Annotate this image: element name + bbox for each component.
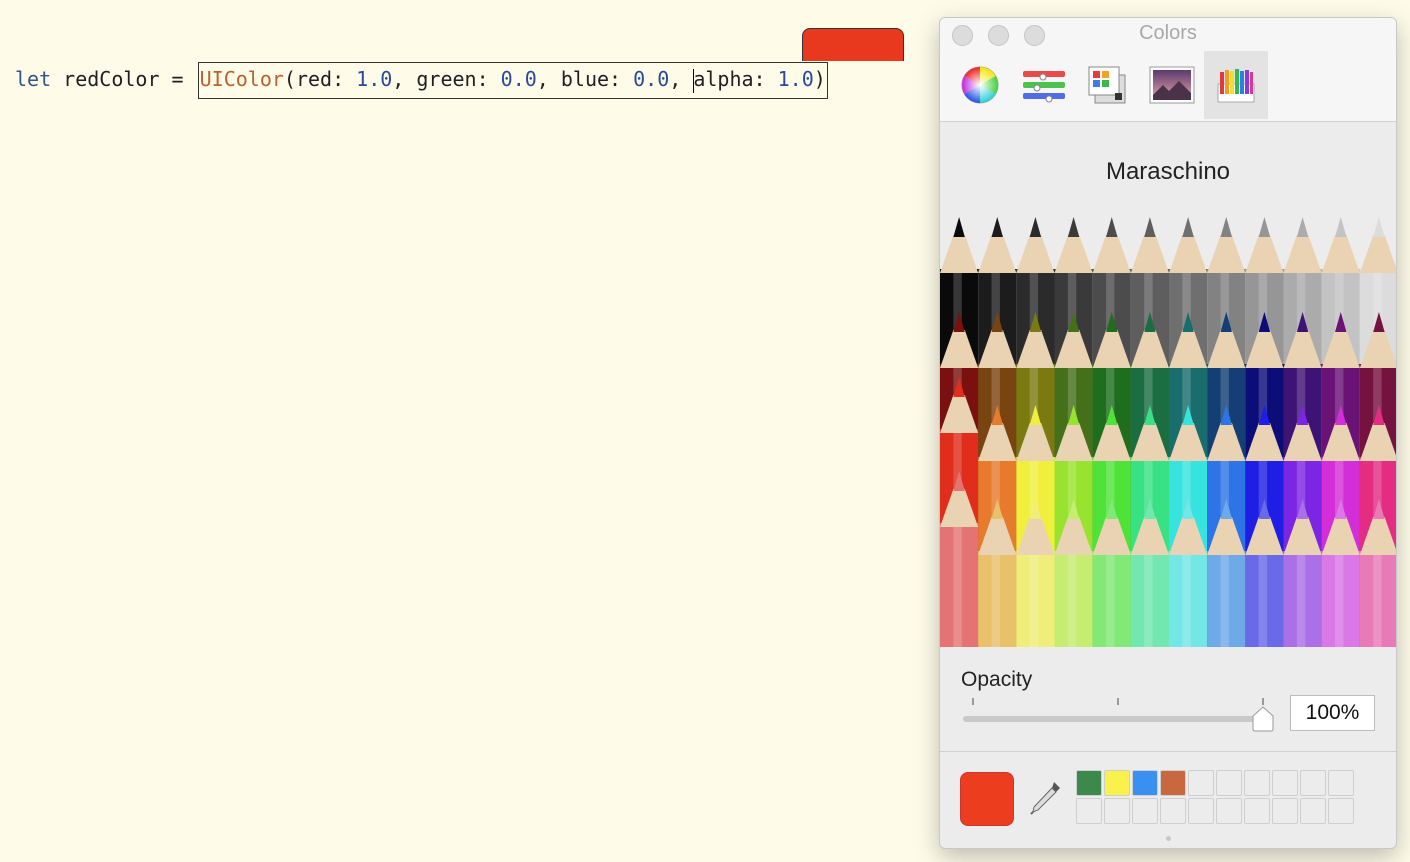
image-palettes-mode-button[interactable] [1140,51,1204,119]
current-color-well[interactable] [960,772,1014,826]
close-paren: ) [813,67,826,91]
opacity-slider[interactable] [963,716,1263,722]
pencil-grid[interactable] [940,217,1397,647]
favorite-swatch[interactable] [1216,798,1242,824]
favorite-swatch[interactable] [1104,798,1130,824]
variable-declaration: redColor = [51,67,196,91]
image-palette-icon [1149,66,1195,104]
param-red-label: (red: [283,67,357,91]
pencils-icon [1217,69,1255,103]
color-literal-swatch[interactable] [802,28,904,61]
favorite-swatch[interactable] [1244,798,1270,824]
param-blue-value: 0.0 [633,67,670,91]
param-separator: , [669,67,694,91]
panel-title: Colors [1139,22,1197,44]
favorite-swatch[interactable] [1328,798,1354,824]
divider [940,751,1396,752]
param-red-value: 1.0 [356,67,393,91]
color-wheel-icon [961,66,999,104]
code-line: let redColor = UIColor(red: 1.0, green: … [15,62,828,99]
favorite-swatch[interactable] [1300,770,1326,796]
favorite-swatch[interactable] [1076,770,1102,796]
opacity-label: Opacity [961,668,1033,691]
opacity-slider-thumb[interactable] [1251,706,1275,732]
resize-handle[interactable] [1166,836,1171,841]
favorite-swatch[interactable] [1160,770,1186,796]
opacity-tick [972,698,974,705]
selected-color-name: Maraschino [1105,158,1231,185]
color-wheel-mode-button[interactable] [948,51,1012,119]
eyedropper-icon[interactable] [1028,780,1062,816]
sliders-icon [1023,71,1065,103]
opacity-value-field[interactable]: 100% [1290,695,1375,731]
color-sliders-mode-button[interactable] [1012,51,1076,119]
panel-toolbar: Colors [940,18,1396,122]
param-blue-label: , blue: [536,67,634,91]
param-alpha-label: alpha: [693,67,778,91]
opacity-tick [1117,698,1119,705]
palettes-icon [1088,66,1126,104]
favorite-swatch[interactable] [1244,770,1270,796]
keyword-let: let [15,67,52,91]
param-green-value: 0.0 [500,67,537,91]
favorite-swatch[interactable] [1188,798,1214,824]
pencils-mode-button[interactable] [1204,51,1268,119]
favorite-swatch[interactable] [1328,770,1354,796]
favorite-swatch[interactable] [1272,798,1298,824]
favorite-swatches [1076,770,1354,824]
favorite-swatch[interactable] [1076,798,1102,824]
favorite-swatch[interactable] [1188,770,1214,796]
favorite-swatch[interactable] [1132,798,1158,824]
favorite-swatch[interactable] [1132,770,1158,796]
favorite-swatch[interactable] [1216,770,1242,796]
favorite-swatch[interactable] [1300,798,1326,824]
opacity-tick [1262,698,1264,705]
color-palettes-mode-button[interactable] [1076,51,1140,119]
favorite-swatch[interactable] [1160,798,1186,824]
class-name: UIColor [199,67,284,91]
colors-panel: Colors Maraschino Opacity 100% [939,17,1397,849]
favorite-swatch[interactable] [1104,770,1130,796]
color-literal[interactable]: UIColor(red: 1.0, green: 0.0, blue: 0.0,… [197,62,828,99]
param-alpha-value: 1.0 [777,67,814,91]
favorite-swatch[interactable] [1272,770,1298,796]
param-green-label: , green: [392,67,501,91]
